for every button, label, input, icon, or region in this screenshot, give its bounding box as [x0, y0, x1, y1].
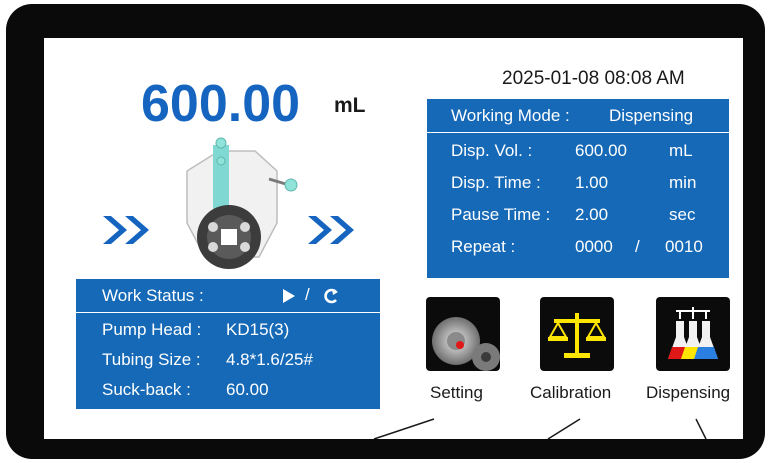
touch-screen: 600.00 mL 2025-01-08 08:08 AM Working Mo…	[44, 38, 743, 439]
device-frame: 600.00 mL 2025-01-08 08:08 AM Working Mo…	[6, 4, 765, 459]
device-bezel: 600.00 mL 2025-01-08 08:08 AM Working Mo…	[0, 0, 771, 463]
callout-leader-lines	[373, 418, 707, 439]
